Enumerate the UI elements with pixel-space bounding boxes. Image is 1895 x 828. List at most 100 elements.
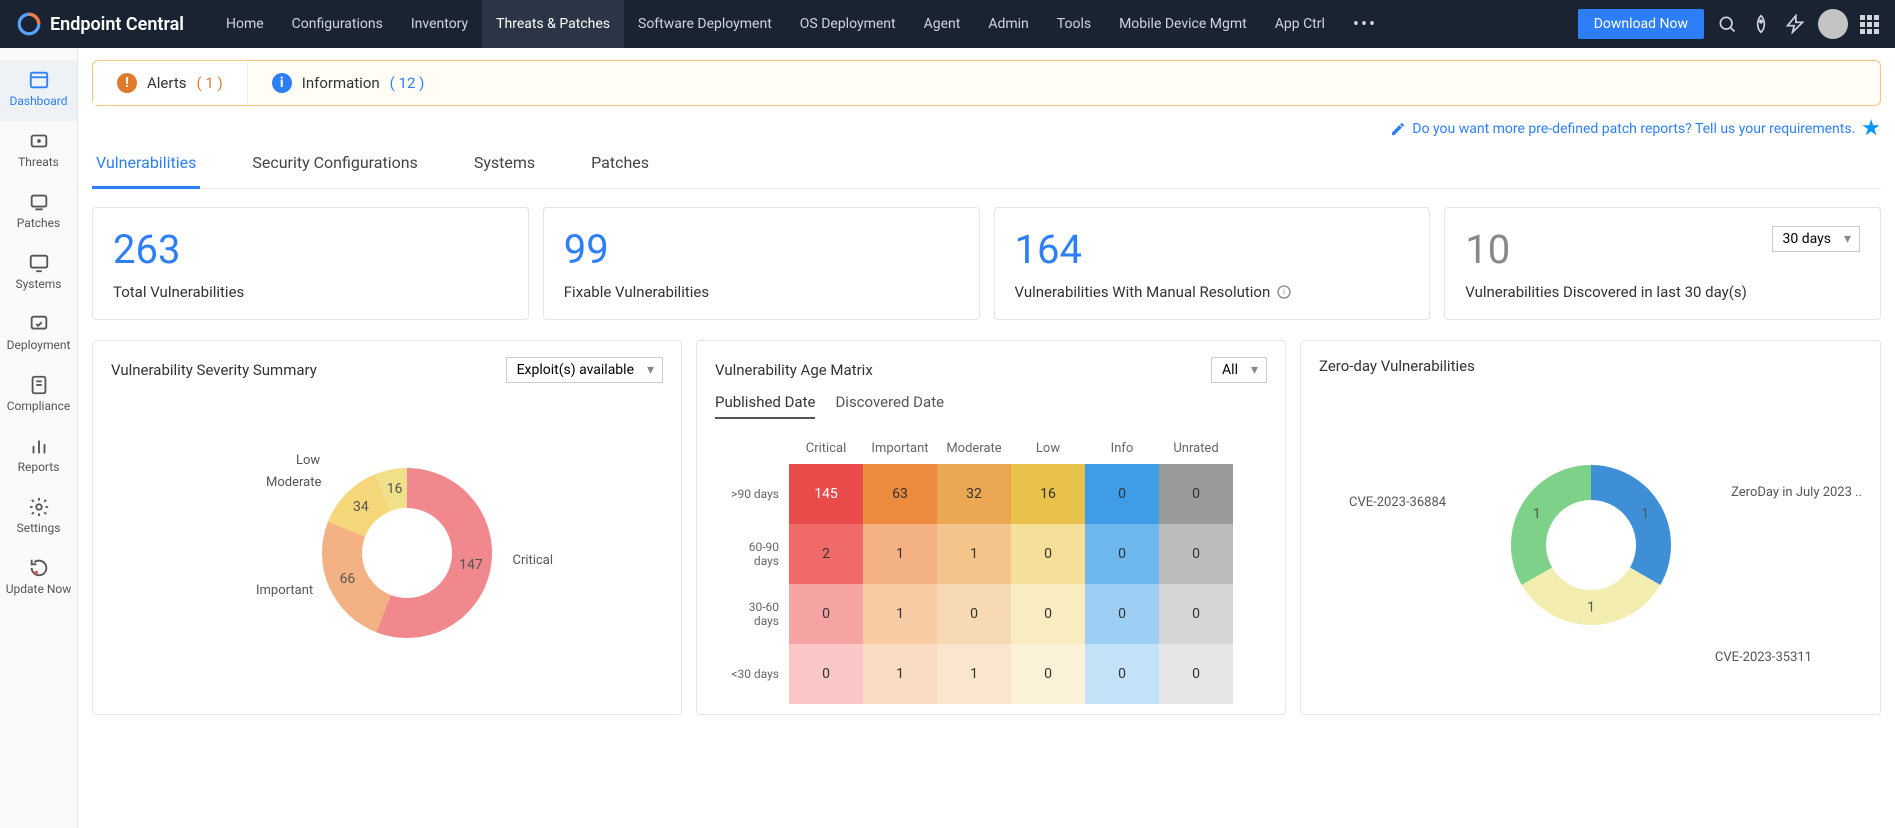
- rocket-icon[interactable]: [1750, 13, 1772, 35]
- matrix-row-label: 30-60 days: [715, 584, 789, 644]
- card-label: Vulnerabilities Discovered in last 30 da…: [1465, 283, 1860, 301]
- promo-row: Do you want more pre-defined patch repor…: [92, 112, 1881, 143]
- zeroday-title: Zero-day Vulnerabilities: [1319, 357, 1475, 375]
- nav-software-deployment[interactable]: Software Deployment: [624, 0, 786, 48]
- matrix-cell[interactable]: 0: [1011, 584, 1085, 644]
- card-label: Fixable Vulnerabilities: [564, 283, 959, 301]
- label-cve-36884: CVE-2023-36884: [1349, 495, 1446, 510]
- sidebar-item-compliance[interactable]: Compliance: [0, 365, 77, 426]
- bolt-icon[interactable]: [1784, 13, 1806, 35]
- apps-grid-icon[interactable]: [1860, 15, 1879, 34]
- main-nav: HomeConfigurationsInventoryThreats & Pat…: [212, 0, 1339, 48]
- sidebar-label: Deployment: [7, 338, 71, 352]
- sidebar-icon: [28, 435, 50, 457]
- matrix-cell[interactable]: 0: [1011, 524, 1085, 584]
- nav-app-ctrl[interactable]: App Ctrl: [1261, 0, 1339, 48]
- subtab-security-configurations[interactable]: Security Configurations: [248, 143, 421, 188]
- nav-tools[interactable]: Tools: [1043, 0, 1105, 48]
- nav-os-deployment[interactable]: OS Deployment: [786, 0, 910, 48]
- sidebar-item-deployment[interactable]: Deployment: [0, 304, 77, 365]
- nav-threats-patches[interactable]: Threats & Patches: [482, 0, 624, 48]
- matrix-cell[interactable]: 0: [1159, 464, 1233, 524]
- zeroday-donut: 111 CVE-2023-36884 ZeroDay in July 2023 …: [1319, 385, 1862, 675]
- matrix-cell[interactable]: 2: [789, 524, 863, 584]
- matrix-cell[interactable]: 0: [1085, 584, 1159, 644]
- matrix-cell[interactable]: 0: [1085, 524, 1159, 584]
- matrix-cell[interactable]: 0: [1085, 464, 1159, 524]
- matrix-cell[interactable]: 32: [937, 464, 1011, 524]
- sidebar-item-update-now[interactable]: Update Now: [0, 548, 77, 609]
- matrix-cell[interactable]: 1: [863, 584, 937, 644]
- summary-card-0[interactable]: 263Total Vulnerabilities: [92, 207, 529, 320]
- matrix-col-header: Important: [863, 433, 937, 464]
- matrix-row-label: <30 days: [715, 644, 789, 704]
- nav-inventory[interactable]: Inventory: [397, 0, 482, 48]
- info-icon: i: [272, 73, 292, 93]
- summary-card-3[interactable]: 30 days10Vulnerabilities Discovered in l…: [1444, 207, 1881, 320]
- age-tab-published-date[interactable]: Published Date: [715, 393, 815, 419]
- information-tab[interactable]: i Information ( 12 ): [248, 61, 449, 105]
- sidebar-label: Threats: [18, 155, 59, 169]
- age-tab-discovered-date[interactable]: Discovered Date: [835, 393, 944, 419]
- summary-card-2[interactable]: 164Vulnerabilities With Manual Resolutio…: [994, 207, 1431, 320]
- sidebar-item-dashboard[interactable]: Dashboard: [0, 60, 77, 121]
- avatar[interactable]: [1818, 9, 1848, 39]
- matrix-cell[interactable]: 63: [863, 464, 937, 524]
- info-icon[interactable]: i: [1276, 284, 1292, 300]
- sidebar-item-threats[interactable]: Threats: [0, 121, 77, 182]
- promo-link[interactable]: Do you want more pre-defined patch repor…: [1412, 121, 1855, 137]
- age-select[interactable]: All: [1211, 357, 1267, 383]
- matrix-cell[interactable]: 0: [937, 584, 1011, 644]
- sidebar-item-reports[interactable]: Reports: [0, 426, 77, 487]
- nav-configurations[interactable]: Configurations: [278, 0, 397, 48]
- logo-icon: [16, 11, 42, 37]
- alerts-label: Alerts: [147, 74, 187, 92]
- sidebar-icon: [28, 496, 50, 518]
- matrix-cell[interactable]: 0: [1159, 584, 1233, 644]
- matrix-cell[interactable]: 0: [789, 584, 863, 644]
- matrix-cell[interactable]: 0: [789, 644, 863, 704]
- nav-more-icon[interactable]: •••: [1339, 14, 1391, 35]
- subtab-systems[interactable]: Systems: [470, 143, 539, 188]
- subtab-patches[interactable]: Patches: [587, 143, 653, 188]
- sidebar-icon: [28, 252, 50, 274]
- star-icon[interactable]: ★: [1861, 116, 1881, 141]
- sidebar-icon: [28, 374, 50, 396]
- svg-text:147: 147: [459, 557, 483, 573]
- sidebar-item-systems[interactable]: Systems: [0, 243, 77, 304]
- nav-mobile-device-mgmt[interactable]: Mobile Device Mgmt: [1105, 0, 1261, 48]
- card-period-select[interactable]: 30 days: [1772, 226, 1860, 252]
- nav-home[interactable]: Home: [212, 0, 278, 48]
- summary-card-1[interactable]: 99Fixable Vulnerabilities: [543, 207, 980, 320]
- subtab-vulnerabilities[interactable]: Vulnerabilities: [92, 143, 200, 189]
- matrix-cell[interactable]: 1: [863, 644, 937, 704]
- search-icon[interactable]: [1716, 13, 1738, 35]
- alerts-tab[interactable]: ! Alerts ( 1 ): [93, 61, 248, 105]
- zeroday-chart: 111: [1461, 435, 1721, 675]
- matrix-cell[interactable]: 145: [789, 464, 863, 524]
- information-label: Information: [302, 74, 380, 92]
- matrix-row-label: 60-90 days: [715, 524, 789, 584]
- matrix-cell[interactable]: 1: [937, 644, 1011, 704]
- download-button[interactable]: Download Now: [1578, 9, 1704, 39]
- severity-select[interactable]: Exploit(s) available: [506, 357, 663, 383]
- matrix-cell[interactable]: 1: [863, 524, 937, 584]
- matrix-col-header: Unrated: [1159, 433, 1233, 464]
- sidebar-item-patches[interactable]: Patches: [0, 182, 77, 243]
- sidebar-item-settings[interactable]: Settings: [0, 487, 77, 548]
- svg-text:66: 66: [340, 571, 356, 587]
- topbar: Endpoint Central HomeConfigurationsInven…: [0, 0, 1895, 48]
- svg-text:1: 1: [1532, 506, 1540, 522]
- matrix-cell[interactable]: 0: [1159, 644, 1233, 704]
- matrix-cell[interactable]: 0: [1159, 524, 1233, 584]
- matrix-cell[interactable]: 0: [1011, 644, 1085, 704]
- nav-agent[interactable]: Agent: [910, 0, 975, 48]
- nav-admin[interactable]: Admin: [974, 0, 1042, 48]
- matrix-cell[interactable]: 0: [1085, 644, 1159, 704]
- matrix-cell[interactable]: 1: [937, 524, 1011, 584]
- topbar-right: Download Now: [1578, 9, 1879, 39]
- matrix-cell[interactable]: 16: [1011, 464, 1085, 524]
- label-critical: Critical: [513, 553, 553, 568]
- severity-title: Vulnerability Severity Summary: [111, 361, 317, 379]
- panels-row: Vulnerability Severity Summary Exploit(s…: [92, 340, 1881, 715]
